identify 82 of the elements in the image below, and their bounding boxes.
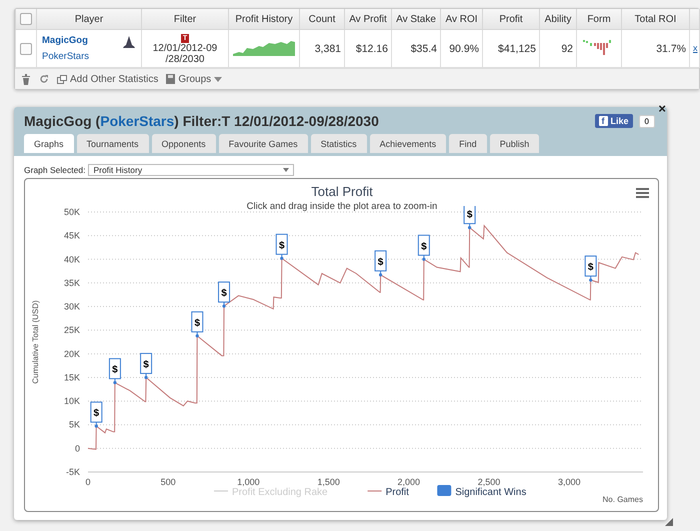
data-point [222,304,226,308]
menu-icon[interactable] [636,188,649,198]
legend-label: Significant Wins [455,487,526,498]
column-header[interactable]: Av Stake [392,9,440,30]
data-point [280,256,284,260]
graph-select-label: Graph Selected: [24,165,86,175]
x-tick-label: 3,000 [558,477,580,487]
x-tick-label: 2,000 [398,477,420,487]
y-tick-label: -5K [66,467,80,477]
graph-dropdown[interactable]: Profit History [88,164,294,176]
windows-icon [57,74,67,84]
profit-sparkline [233,38,295,56]
y-tick-label: 15K [64,372,80,382]
x-tick-label: 0 [86,477,90,487]
tab[interactable]: Publish [490,134,540,153]
column-header[interactable]: Player [36,9,142,30]
trash-icon[interactable] [21,74,31,84]
tab[interactable]: Find [449,134,487,153]
tab[interactable]: Tournaments [76,134,149,153]
caret-icon [283,168,290,172]
y-tick-label: 50K [64,207,80,217]
refresh-icon[interactable] [39,74,49,84]
y-tick-label: 30K [64,302,80,312]
column-header[interactable]: Form [576,9,622,30]
x-tick-label: 1,000 [237,477,260,487]
site-link[interactable]: PokerStars [42,51,138,62]
panel-title: MagicGog (PokerStars) Filter:T 12/01/2012-09/28/2030 [24,113,380,129]
select-all-checkbox[interactable] [20,13,32,25]
data-point [94,424,98,428]
data-point [589,278,592,282]
x-tick-label: 1,500 [317,477,340,487]
data-point [144,376,148,380]
column-header[interactable]: Count [300,9,344,30]
y-tick-label: 40K [64,254,80,264]
chart-subtitle: Click and drag inside the plot area to zoom-in [246,201,438,212]
y-tick-label: 0 [74,443,80,454]
x-tick-label: 2,500 [478,477,500,487]
data-point [196,334,199,338]
facebook-icon: f [598,116,608,126]
tab[interactable]: Favourite Games [218,134,308,153]
resize-grip-icon[interactable] [665,518,673,526]
legend-label: Profit [386,487,410,498]
column-header[interactable]: Profit History [228,9,300,30]
y-tick-label: 5K [68,420,80,430]
hat-icon [123,36,135,48]
y-tick-label: 35K [64,278,80,288]
column-header[interactable]: Ability [540,9,576,30]
y-tick-label: 10K [64,396,80,406]
legend-item[interactable]: Significant Wins [437,485,526,498]
y-tick-label: 25K [64,325,80,336]
data-point [422,258,426,261]
tab[interactable]: Opponents [152,134,216,153]
filter-text: 12/01/2012-09 [152,43,218,54]
data-point [468,226,472,230]
data-point [113,381,117,384]
x-axis-label: No. Games [602,495,643,504]
remove-link[interactable]: x [693,43,698,53]
caret-icon [214,76,222,82]
close-button[interactable]: × [658,101,666,116]
legend-item[interactable]: Profit [367,487,409,498]
tab[interactable]: Statistics [310,134,367,153]
column-header[interactable]: Profit [482,9,540,30]
like-count: 0 [638,114,655,128]
groups-dropdown[interactable]: Groups [166,74,222,84]
row-checkbox[interactable] [20,42,32,54]
column-header[interactable]: Filter [142,9,228,30]
y-axis-label: Cumulative Total (USD) [31,300,40,384]
y-tick-label: 45K [64,230,80,241]
column-header[interactable]: Av ROI [440,9,482,30]
filter-text: /28/2030 [164,54,206,65]
add-statistics-button[interactable]: Add Other Statistics [57,74,158,84]
chart-title: Total Profit [311,184,373,199]
like-button[interactable]: f Like [594,114,633,128]
tab[interactable]: Graphs [24,134,74,153]
column-header[interactable]: Av Profit [344,9,392,30]
tab[interactable]: Achievements [370,134,446,153]
data-point [378,273,382,276]
x-tick-label: 500 [160,477,176,487]
player-link[interactable]: MagicGog [42,35,138,46]
y-tick-label: 20K [64,348,80,359]
save-icon [166,74,176,84]
column-header[interactable]: Total ROI [622,9,690,30]
